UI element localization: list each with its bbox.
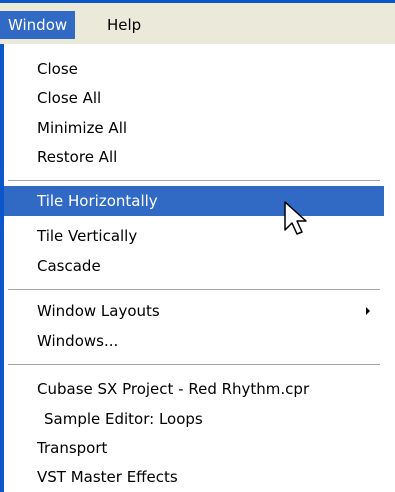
window-menu-dropdown: Close Close All Minimize All Restore All…: [4, 44, 384, 492]
menu-item-label: Close All: [37, 89, 102, 107]
menu-item-label: Window Layouts: [37, 302, 160, 320]
menu-item-close-all[interactable]: Close All: [4, 83, 384, 113]
menu-item-label: Transport: [37, 439, 108, 457]
menu-item-cascade[interactable]: Cascade: [4, 251, 384, 281]
menu-separator: [8, 364, 380, 366]
menu-item-label: Tile Horizontally: [37, 192, 158, 210]
menu-help[interactable]: Help: [99, 11, 149, 39]
menu-item-window-layouts[interactable]: Window Layouts: [4, 296, 384, 326]
menu-item-restore-all[interactable]: Restore All: [4, 142, 384, 172]
menu-item-label: Close: [37, 60, 78, 78]
menu-window[interactable]: Window: [0, 11, 76, 39]
arrow-pointer-icon: [284, 201, 307, 235]
submenu-arrow-icon: [366, 307, 370, 315]
menu-item-project-window[interactable]: Cubase SX Project - Red Rhythm.cpr: [4, 374, 384, 404]
menu-item-label: Windows...: [37, 332, 119, 350]
menu-item-transport[interactable]: Transport: [4, 433, 384, 463]
menu-item-label: Tile Vertically: [37, 227, 138, 245]
menu-item-label: Sample Editor: Loops: [44, 410, 203, 428]
menu-item-label: VST Master Effects: [37, 468, 178, 486]
menu-item-label: Restore All: [37, 148, 118, 166]
menu-item-windows[interactable]: Windows...: [4, 326, 384, 356]
menu-item-sample-editor[interactable]: Sample Editor: Loops: [4, 404, 384, 434]
menu-bar: Window Help: [0, 0, 395, 44]
screen: Window Help Close Close All Minimize All…: [0, 0, 395, 492]
menu-item-close[interactable]: Close: [4, 54, 384, 84]
menu-separator: [8, 289, 380, 291]
menu-item-label: Cascade: [37, 257, 101, 275]
menu-separator: [8, 180, 380, 182]
menu-item-tile-vertically[interactable]: Tile Vertically: [4, 221, 384, 251]
menu-item-minimize-all[interactable]: Minimize All: [4, 113, 384, 143]
menu-item-label: Minimize All: [37, 119, 128, 137]
menu-item-vst-master-effects[interactable]: VST Master Effects: [4, 462, 384, 492]
menu-item-label: Cubase SX Project - Red Rhythm.cpr: [37, 380, 310, 398]
menu-item-tile-horizontally[interactable]: Tile Horizontally: [4, 186, 384, 216]
